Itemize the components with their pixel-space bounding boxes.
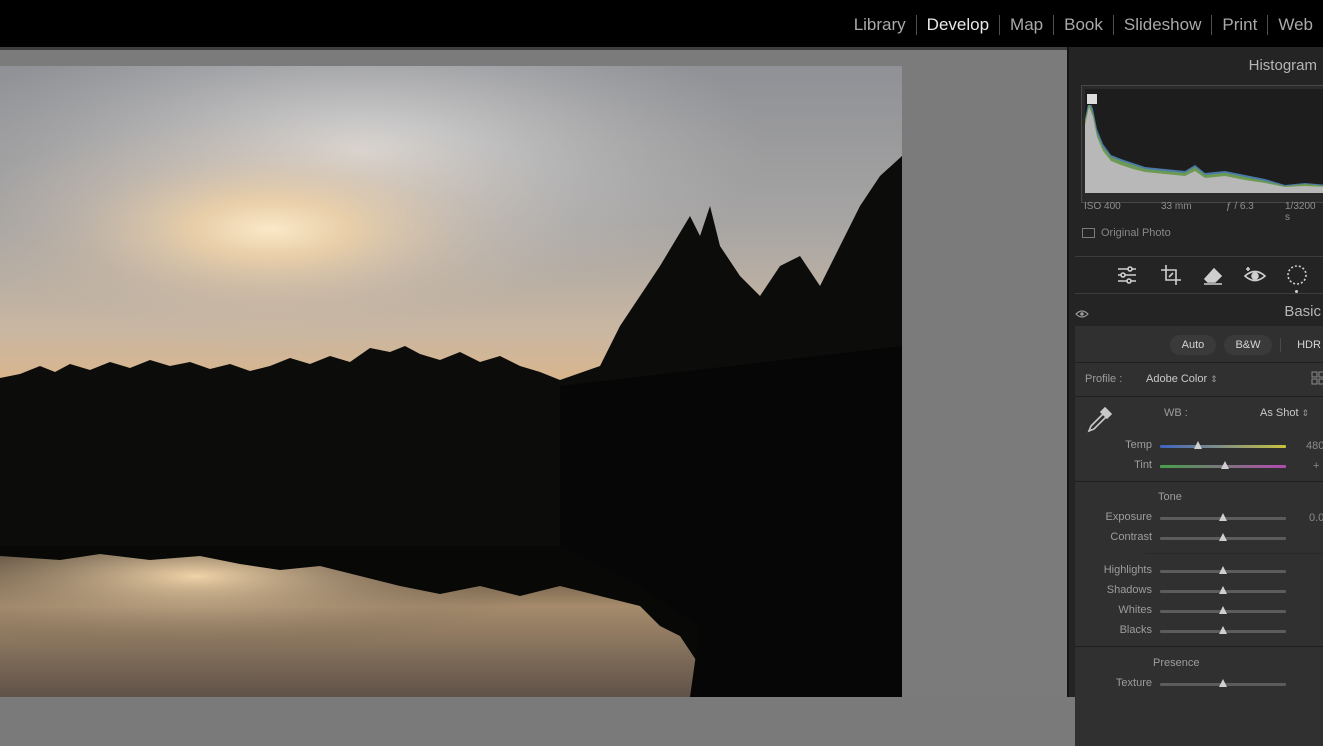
- profile-value: Adobe Color: [1146, 373, 1208, 385]
- shadows-slider[interactable]: [1160, 586, 1286, 594]
- presence-section-title: Presence: [1153, 657, 1200, 669]
- module-develop[interactable]: Develop: [917, 14, 999, 36]
- exif-aperture: ƒ / 6.3: [1226, 201, 1254, 212]
- histogram-title[interactable]: Histogram: [1249, 57, 1317, 74]
- temp-value[interactable]: 480: [1306, 440, 1323, 452]
- module-slideshow[interactable]: Slideshow: [1114, 14, 1212, 36]
- histogram-graph: [1085, 89, 1323, 193]
- basic-panel: Auto B&W HDR Profile : Adobe Color ⇕ WB …: [1075, 326, 1323, 746]
- active-tool-indicator: [1295, 290, 1298, 293]
- profile-browser-icon[interactable]: [1311, 371, 1323, 390]
- section-divider: [1075, 396, 1323, 397]
- exposure-slider[interactable]: [1160, 513, 1286, 521]
- tint-slider[interactable]: [1160, 461, 1286, 469]
- module-map[interactable]: Map: [1000, 14, 1053, 36]
- texture-label: Texture: [1115, 677, 1152, 689]
- section-divider: [1075, 362, 1323, 363]
- profile-select[interactable]: Adobe Color ⇕: [1146, 373, 1218, 385]
- exposure-label: Exposure: [1105, 511, 1152, 523]
- temp-slider-thumb[interactable]: [1194, 441, 1202, 449]
- whites-label: Whites: [1118, 604, 1152, 616]
- basic-title[interactable]: Basic: [1284, 303, 1321, 320]
- contrast-label: Contrast: [1110, 531, 1152, 543]
- original-photo-toggle[interactable]: Original Photo: [1082, 227, 1171, 239]
- wb-label: WB :: [1164, 407, 1188, 419]
- temp-label: Temp: [1125, 439, 1152, 451]
- section-divider: [1075, 646, 1323, 647]
- tint-slider-thumb[interactable]: [1221, 461, 1229, 469]
- whites-slider[interactable]: [1160, 606, 1286, 614]
- module-print[interactable]: Print: [1212, 14, 1267, 36]
- shadows-slider-thumb[interactable]: [1219, 586, 1227, 594]
- temp-slider[interactable]: [1160, 441, 1286, 449]
- original-photo-checkbox[interactable]: [1082, 228, 1095, 238]
- module-bar: Library Develop Map Book Slideshow Print…: [0, 0, 1323, 47]
- masking-icon[interactable]: [1285, 263, 1309, 287]
- profile-label: Profile :: [1085, 373, 1123, 385]
- original-photo-label: Original Photo: [1101, 227, 1171, 239]
- wb-value: As Shot: [1260, 407, 1299, 419]
- image-canvas[interactable]: [0, 50, 1067, 697]
- exposure-slider-thumb[interactable]: [1219, 513, 1227, 521]
- hdr-button[interactable]: HDR: [1289, 335, 1323, 355]
- basic-panel-header[interactable]: Basic: [1075, 299, 1323, 325]
- develop-right-panel: Histogram ISO 400 33 mm ƒ / 6.3 1/3200 s…: [1067, 47, 1323, 746]
- tone-section-title: Tone: [1158, 491, 1182, 503]
- contrast-slider[interactable]: [1160, 533, 1286, 541]
- module-picker: Library Develop Map Book Slideshow Print…: [844, 12, 1323, 38]
- whites-slider-thumb[interactable]: [1219, 606, 1227, 614]
- module-library[interactable]: Library: [844, 14, 916, 36]
- shadow-clipping-icon[interactable]: [1086, 93, 1098, 105]
- histogram[interactable]: [1081, 85, 1323, 203]
- texture-slider[interactable]: [1160, 679, 1286, 687]
- highlights-label: Highlights: [1103, 564, 1152, 576]
- crop-icon[interactable]: [1159, 263, 1183, 287]
- highlights-slider[interactable]: [1160, 566, 1286, 574]
- blacks-slider-thumb[interactable]: [1219, 626, 1227, 634]
- module-book[interactable]: Book: [1054, 14, 1113, 36]
- exif-shutter: 1/3200 s: [1285, 201, 1316, 223]
- exposure-value[interactable]: 0.0: [1309, 512, 1323, 524]
- sliders-icon[interactable]: [1115, 263, 1139, 287]
- contrast-slider-thumb[interactable]: [1219, 533, 1227, 541]
- sunset-lake-photo[interactable]: [0, 66, 902, 697]
- exif-focal-length: 33 mm: [1161, 201, 1192, 212]
- section-divider: [1075, 481, 1323, 482]
- bw-button[interactable]: B&W: [1224, 335, 1272, 355]
- exif-iso: ISO 400: [1084, 201, 1121, 212]
- blacks-label: Blacks: [1119, 624, 1152, 636]
- button-divider: [1280, 338, 1281, 352]
- wb-select[interactable]: As Shot ⇕: [1260, 407, 1309, 419]
- updown-chevron-icon: ⇕: [1301, 408, 1310, 418]
- tool-strip: [1075, 256, 1323, 294]
- blacks-slider[interactable]: [1160, 626, 1286, 634]
- updown-chevron-icon: ⇕: [1210, 374, 1218, 384]
- module-web[interactable]: Web: [1268, 14, 1323, 36]
- tint-value[interactable]: +: [1313, 460, 1319, 472]
- eye-icon[interactable]: [1075, 306, 1089, 324]
- redeye-icon[interactable]: [1243, 263, 1267, 287]
- shadows-label: Shadows: [1106, 584, 1152, 596]
- eyedropper-icon[interactable]: [1083, 404, 1115, 441]
- eraser-icon[interactable]: [1201, 263, 1225, 287]
- texture-slider-thumb[interactable]: [1219, 679, 1227, 687]
- highlights-slider-thumb[interactable]: [1219, 566, 1227, 574]
- tint-label: Tint: [1134, 459, 1152, 471]
- section-divider: [1145, 553, 1323, 554]
- auto-button[interactable]: Auto: [1170, 335, 1216, 355]
